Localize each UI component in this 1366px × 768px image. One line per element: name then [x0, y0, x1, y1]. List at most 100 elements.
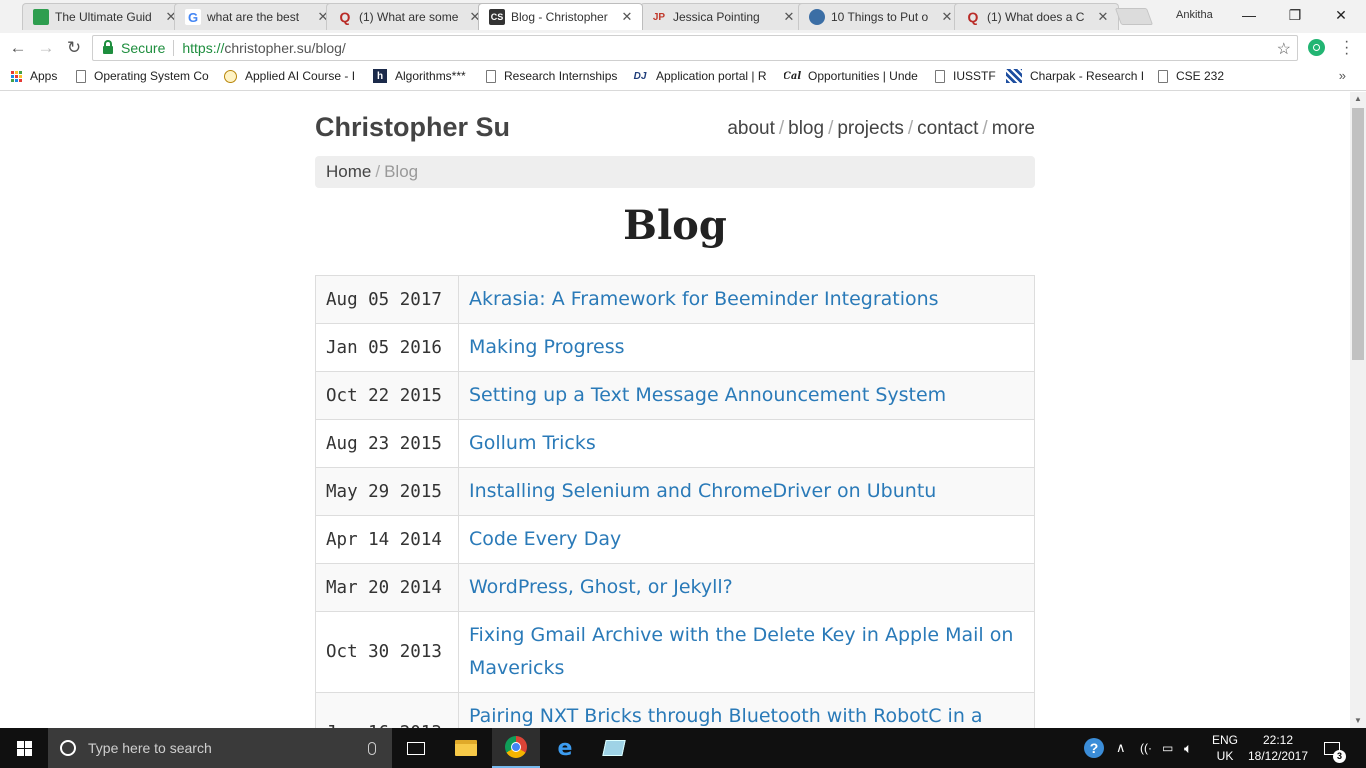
- extension-icon[interactable]: [1308, 39, 1325, 56]
- cs-icon: CS: [489, 9, 505, 25]
- post-link[interactable]: Akrasia: A Framework for Beeminder Integ…: [458, 275, 1035, 324]
- post-link[interactable]: Code Every Day: [458, 515, 1035, 564]
- new-tab-button[interactable]: [1114, 8, 1154, 25]
- post-link[interactable]: Fixing Gmail Archive with the Delete Key…: [458, 611, 1035, 693]
- nav-separator: /: [778, 118, 785, 139]
- tab-ultimate-guide[interactable]: The Ultimate Guid ✕: [22, 3, 187, 30]
- posts-table: Aug 05 2017 Akrasia: A Framework for Bee…: [315, 275, 1035, 728]
- tab-10-things[interactable]: 10 Things to Put o ✕: [798, 3, 963, 30]
- restore-icon[interactable]: ❐: [1272, 4, 1318, 26]
- google-icon: G: [185, 9, 201, 25]
- profile-name[interactable]: Ankitha: [1176, 9, 1213, 21]
- scroll-up-icon[interactable]: ▲: [1350, 92, 1366, 106]
- task-view-button[interactable]: [392, 728, 440, 768]
- post-link[interactable]: Installing Selenium and ChromeDriver on …: [458, 467, 1035, 516]
- language-indicator[interactable]: ENG UK: [1212, 728, 1238, 768]
- reload-icon[interactable]: ↻: [64, 38, 84, 58]
- close-window-icon[interactable]: ✕: [1318, 4, 1364, 26]
- taskbar-chrome[interactable]: [492, 728, 540, 768]
- help-tray-button[interactable]: ?: [1084, 728, 1104, 768]
- forward-arrow-icon[interactable]: →: [36, 38, 56, 58]
- battery-icon[interactable]: ▭: [1162, 728, 1173, 768]
- taskbar: Type here to search e ? ∧ ((· ▭ 🔈︎ ENG U…: [0, 728, 1366, 768]
- clock-date: 18/12/2017: [1247, 749, 1309, 763]
- nav-about[interactable]: about: [727, 118, 775, 139]
- back-arrow-icon[interactable]: ←: [8, 38, 28, 58]
- post-date: Oct 30 2013: [315, 611, 459, 693]
- bookmark-label: Applied AI Course - I: [245, 69, 356, 83]
- site-title[interactable]: Christopher Su: [315, 112, 510, 143]
- post-link[interactable]: Gollum Tricks: [458, 419, 1035, 468]
- microphone-icon[interactable]: [368, 741, 376, 755]
- tab-blog-christopher[interactable]: CS Blog - Christopher ✕: [478, 3, 643, 30]
- taskbar-file-explorer[interactable]: [442, 728, 490, 768]
- post-link[interactable]: Pairing NXT Bricks through Bluetooth wit…: [458, 692, 1035, 728]
- page-viewport: Christopher Su about / blog / projects / conta…: [0, 92, 1350, 728]
- page-scrollbar[interactable]: ▲ ▼: [1350, 92, 1366, 728]
- site-nav: about / blog / projects / contact / more: [727, 118, 1035, 140]
- address-bar[interactable]: Secure https:// christopher.su/blog/ ☆: [92, 35, 1298, 61]
- close-icon[interactable]: ✕: [940, 9, 954, 25]
- divider: [173, 40, 175, 56]
- post-link[interactable]: Making Progress: [458, 323, 1035, 372]
- bookmark-cse-232[interactable]: CSE 232: [1158, 69, 1224, 83]
- post-link[interactable]: Setting up a Text Message Announcement S…: [458, 371, 1035, 420]
- nav-contact[interactable]: contact: [917, 118, 978, 139]
- browser-menu-icon[interactable]: · · ·: [1344, 34, 1350, 62]
- tab-jessica-pointing[interactable]: JP Jessica Pointing ✕: [640, 3, 805, 30]
- more-bookmarks-icon[interactable]: »: [1339, 68, 1346, 83]
- show-hidden-icons[interactable]: ∧: [1116, 728, 1126, 768]
- network-icon[interactable]: ((·: [1140, 728, 1152, 768]
- bookmark-star-icon[interactable]: ☆: [1277, 39, 1291, 59]
- post-date: Aug 23 2015: [315, 419, 459, 468]
- bookmark-charpak[interactable]: Charpak - Research I: [1006, 69, 1146, 83]
- tab-quora-1[interactable]: Q (1) What are some ✕: [326, 3, 491, 30]
- bookmark-opportunities[interactable]: Cal Opportunities | Unde: [784, 69, 920, 83]
- breadcrumb-separator: /: [375, 162, 381, 181]
- table-row: Jun 16 2013 Pairing NXT Bricks through B…: [315, 692, 1035, 728]
- page-icon: [935, 69, 945, 83]
- table-row: Jan 05 2016 Making Progress: [315, 323, 1035, 372]
- close-icon[interactable]: ✕: [1096, 9, 1110, 25]
- nav-blog[interactable]: blog: [788, 118, 824, 139]
- start-button[interactable]: [0, 728, 48, 768]
- nav-separator: /: [982, 118, 988, 139]
- close-icon[interactable]: ✕: [620, 9, 634, 25]
- scroll-down-icon[interactable]: ▼: [1350, 714, 1366, 728]
- nav-more[interactable]: more: [992, 118, 1035, 139]
- cal-icon: Cal: [784, 70, 802, 82]
- post-date: Jan 05 2016: [315, 323, 459, 372]
- bookmark-label: Application portal | R: [656, 69, 767, 83]
- bookmark-iusstf[interactable]: IUSSTF: [935, 69, 996, 83]
- bookmark-label: Research Internships: [504, 69, 618, 83]
- tab-title: (1) What does a C: [987, 10, 1085, 24]
- bookmark-applied-ai[interactable]: Applied AI Course - I: [224, 69, 360, 83]
- minimize-icon[interactable]: —: [1226, 4, 1272, 26]
- taskbar-notes[interactable]: [590, 728, 638, 768]
- tab-quora-2[interactable]: Q (1) What does a C ✕: [954, 3, 1119, 30]
- bookmark-research-internships[interactable]: Research Internships: [486, 69, 617, 83]
- bookmark-apps[interactable]: Apps: [10, 69, 57, 83]
- folder-icon: [455, 740, 477, 756]
- page-icon: [76, 69, 86, 83]
- volume-icon[interactable]: 🔈︎: [1184, 728, 1192, 768]
- post-link[interactable]: WordPress, Ghost, or Jekyll?: [458, 563, 1035, 612]
- taskbar-edge[interactable]: e: [541, 728, 589, 768]
- bookmark-operating-system[interactable]: Operating System Co: [76, 69, 210, 83]
- tab-google-search[interactable]: G what are the best ✕: [174, 3, 339, 30]
- breadcrumb-current: Blog: [384, 162, 419, 181]
- clock-time: 22:12: [1262, 733, 1294, 747]
- region-code: UK: [1216, 749, 1234, 763]
- nav-projects[interactable]: projects: [837, 118, 904, 139]
- close-icon[interactable]: ✕: [782, 9, 796, 25]
- tab-title: 10 Things to Put o: [831, 10, 929, 24]
- bookmark-application-portal[interactable]: DJ Application portal | R: [632, 69, 772, 83]
- bookmark-algorithms[interactable]: h Algorithms***: [373, 69, 466, 83]
- bookmark-label: Charpak - Research I: [1030, 69, 1145, 83]
- breadcrumb-home[interactable]: Home: [326, 162, 371, 181]
- taskbar-search[interactable]: Type here to search: [48, 728, 392, 768]
- scrollbar-thumb[interactable]: [1352, 108, 1364, 360]
- edge-icon: e: [557, 735, 573, 761]
- system-clock[interactable]: 22:12 18/12/2017: [1246, 728, 1310, 768]
- action-center-button[interactable]: 3: [1324, 728, 1346, 768]
